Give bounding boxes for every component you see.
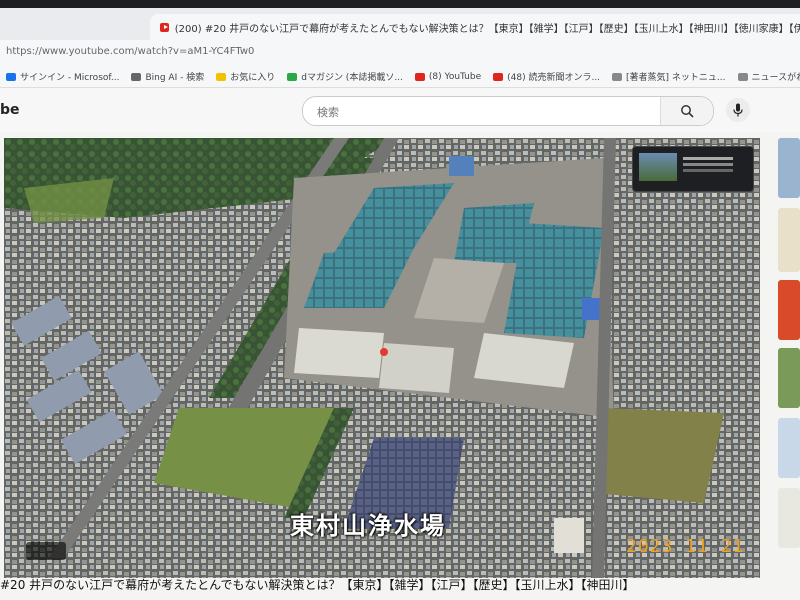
bookmark-favicon-icon [612,72,623,81]
bookmark-item[interactable]: Bing AI - 検索 [131,70,204,83]
address-bar[interactable]: https://www.youtube.com/watch?v=aM1-YC4F… [0,40,800,66]
bookmark-label: お気に入り [230,73,276,83]
bookmark-item[interactable]: (48) 読売新聞オンラ... [493,70,600,83]
street-view-preview[interactable] [632,146,754,192]
bookmark-label: [著者蒸気] ネットニュ... [626,73,726,83]
tab-title: (200) #20 井戸のない江戸で幕府が考えたとんでもない解決策とは？【東京】… [174,23,800,35]
bookmark-favicon-icon [6,72,16,81]
search-box[interactable] [302,96,714,127]
mic-icon [733,103,743,117]
voice-search-button[interactable] [726,98,750,122]
search-input[interactable] [315,97,659,127]
map-controls[interactable] [26,542,66,560]
active-tab[interactable]: (200) #20 井戸のない江戸で幕府が考えたとんでもない解決策とは？【東京】… [150,14,800,40]
bookmark-label: サインイン - Microsof... [20,73,120,83]
bookmark-favicon-icon [287,72,298,81]
bookmark-favicon-icon [414,72,425,81]
bookmark-item[interactable]: dマガジン (本誌掲載ソ... [287,70,403,83]
recommended-video-thumbnail[interactable] [778,418,800,478]
bookmark-label: ニュースがわかる！無... [751,73,800,83]
bookmark-label: dマガジン (本誌掲載ソ... [301,73,403,83]
recommended-video-thumbnail[interactable] [778,488,800,548]
youtube-header: be [0,88,800,132]
bookmark-label: Bing AI - 検索 [145,73,205,83]
video-caption: 東村山浄水場 [290,512,446,540]
search-icon [681,105,694,118]
search-button[interactable] [660,97,713,125]
recommended-video-thumbnail[interactable] [778,348,800,408]
street-view-info [683,157,733,160]
recommended-video-thumbnail[interactable] [778,208,800,272]
bookmark-favicon-icon [737,72,748,81]
bookmark-label: (48) 読売新聞オンラ... [507,73,601,83]
bookmarks-bar: サインイン - Microsof... Bing AI - 検索 お気に入り dマガジ… [0,66,800,88]
photo-date-stamp: 2023 11 21 [626,536,745,557]
bookmark-item[interactable]: お気に入り [216,70,275,83]
bookmark-favicon-icon [493,72,504,81]
video-player[interactable]: 東村山浄水場 2023 11 21 [4,138,760,578]
bookmark-item[interactable]: (8) YouTube [414,71,482,82]
recommended-video-thumbnail[interactable] [778,280,800,340]
youtube-favicon-icon [160,22,169,32]
tab-strip: (200) #20 井戸のない江戸で幕府が考えたとんでもない解決策とは？【東京】… [0,8,800,40]
bookmark-item[interactable]: ニュースがわかる！無... [737,70,800,83]
bookmark-item[interactable]: サインイン - Microsof... [6,70,119,83]
browser-window: (200) #20 井戸のない江戸で幕府が考えたとんでもない解決策とは？【東京】… [0,8,800,600]
url-text[interactable]: https://www.youtube.com/watch?v=aM1-YC4F… [6,46,254,57]
bookmark-favicon-icon [131,72,142,81]
video-title: #20 井戸のない江戸で幕府が考えたとんでもない解決策とは？【東京】【雑学】【江… [0,578,635,592]
bookmark-favicon-icon [216,72,227,81]
bookmark-item[interactable]: [著者蒸気] ネットニュ... [612,70,726,83]
recommended-video-thumbnail[interactable] [778,138,800,198]
street-view-thumbnail [639,153,677,181]
bookmark-label: (8) YouTube [428,71,482,82]
youtube-logo[interactable]: be [0,102,20,118]
